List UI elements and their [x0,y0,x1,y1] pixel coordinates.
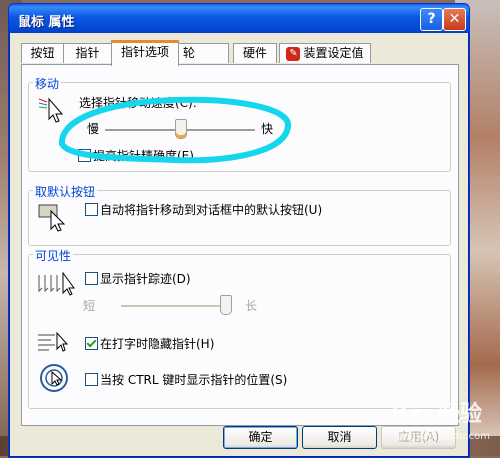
tab-wheel[interactable]: 轮 [178,43,229,63]
baidu-watermark: Bai 经验 [391,402,482,427]
fast-label: 快 [261,122,274,136]
trails-slider-thumb[interactable] [220,295,232,315]
snap-group-title: 取默认按钮 [33,183,98,200]
trails-slider-track [121,305,225,308]
pointer-speed-icon [38,97,64,123]
precision-label[interactable]: 提高指针精确度(E) [93,147,194,164]
synaptics-icon: ✎ [286,46,301,61]
short-label: 短 [83,299,96,313]
speed-label: 选择指针移动速度(C): [79,96,197,110]
tab-pointers[interactable]: 指针 [63,43,112,63]
speed-slider-thumb[interactable] [175,119,187,139]
hide-while-typing-icon [38,331,69,352]
visibility-group-title: 可见性 [33,247,74,264]
motion-group: 移动 选择指针移动速度(C): 慢 快 提高指针精确度(E) [28,75,451,172]
tab-panel: 移动 选择指针移动速度(C): 慢 快 提高指针精确度(E) 取默认按钮 自动将… [21,64,459,426]
long-label: 长 [245,299,258,313]
show-location-label[interactable]: 当按 CTRL 键时显示指针的位置(S) [100,371,287,388]
snap-to-group: 取默认按钮 自动将指针移动到对话框中的默认按钮(U) [28,183,451,246]
pointer-trails-checkbox[interactable] [85,272,98,285]
precision-checkbox[interactable] [78,149,91,162]
title-bar[interactable]: 鼠标 属性 ? ✕ [9,4,469,33]
show-location-checkbox[interactable] [85,373,98,386]
tab-pointer-options[interactable]: 指针选项 [111,40,179,66]
slow-label: 慢 [87,122,100,136]
tab-hardware[interactable]: 硬件 [233,43,277,63]
visibility-group: 可见性 显示指针踪迹(D) 短 长 在打字时隐藏指针(H) 当按 CTRL 键时… [28,247,451,409]
pointer-trails-icon [38,271,75,296]
hide-while-typing-label[interactable]: 在打字时隐藏指针(H) [100,335,214,352]
pointer-trails-label[interactable]: 显示指针踪迹(D) [100,270,191,287]
window-title: 鼠标 属性 [18,15,75,30]
tab-buttons[interactable]: 按钮 [21,43,64,63]
help-button[interactable]: ? [420,8,443,31]
mouse-properties-dialog: 鼠标 属性 ? ✕ 按钮 指针 指针选项 轮 硬件 ✎ 装置设定值 移动 选择指针… [8,3,470,458]
motion-group-title: 移动 [33,75,62,92]
snap-to-button-icon [38,204,66,232]
cancel-button[interactable]: 取消 [302,426,377,449]
close-button[interactable]: ✕ [443,8,466,31]
show-location-icon [40,364,68,392]
snap-to-checkbox[interactable] [85,203,98,216]
tab-device-settings[interactable]: ✎ 装置设定值 [279,43,371,63]
snap-to-label[interactable]: 自动将指针移动到对话框中的默认按钮(U) [100,201,322,218]
hide-while-typing-checkbox[interactable] [85,337,98,350]
baidu-watermark-url: jingyan.baidu.com [397,431,490,442]
ok-button[interactable]: 确定 [223,426,298,449]
